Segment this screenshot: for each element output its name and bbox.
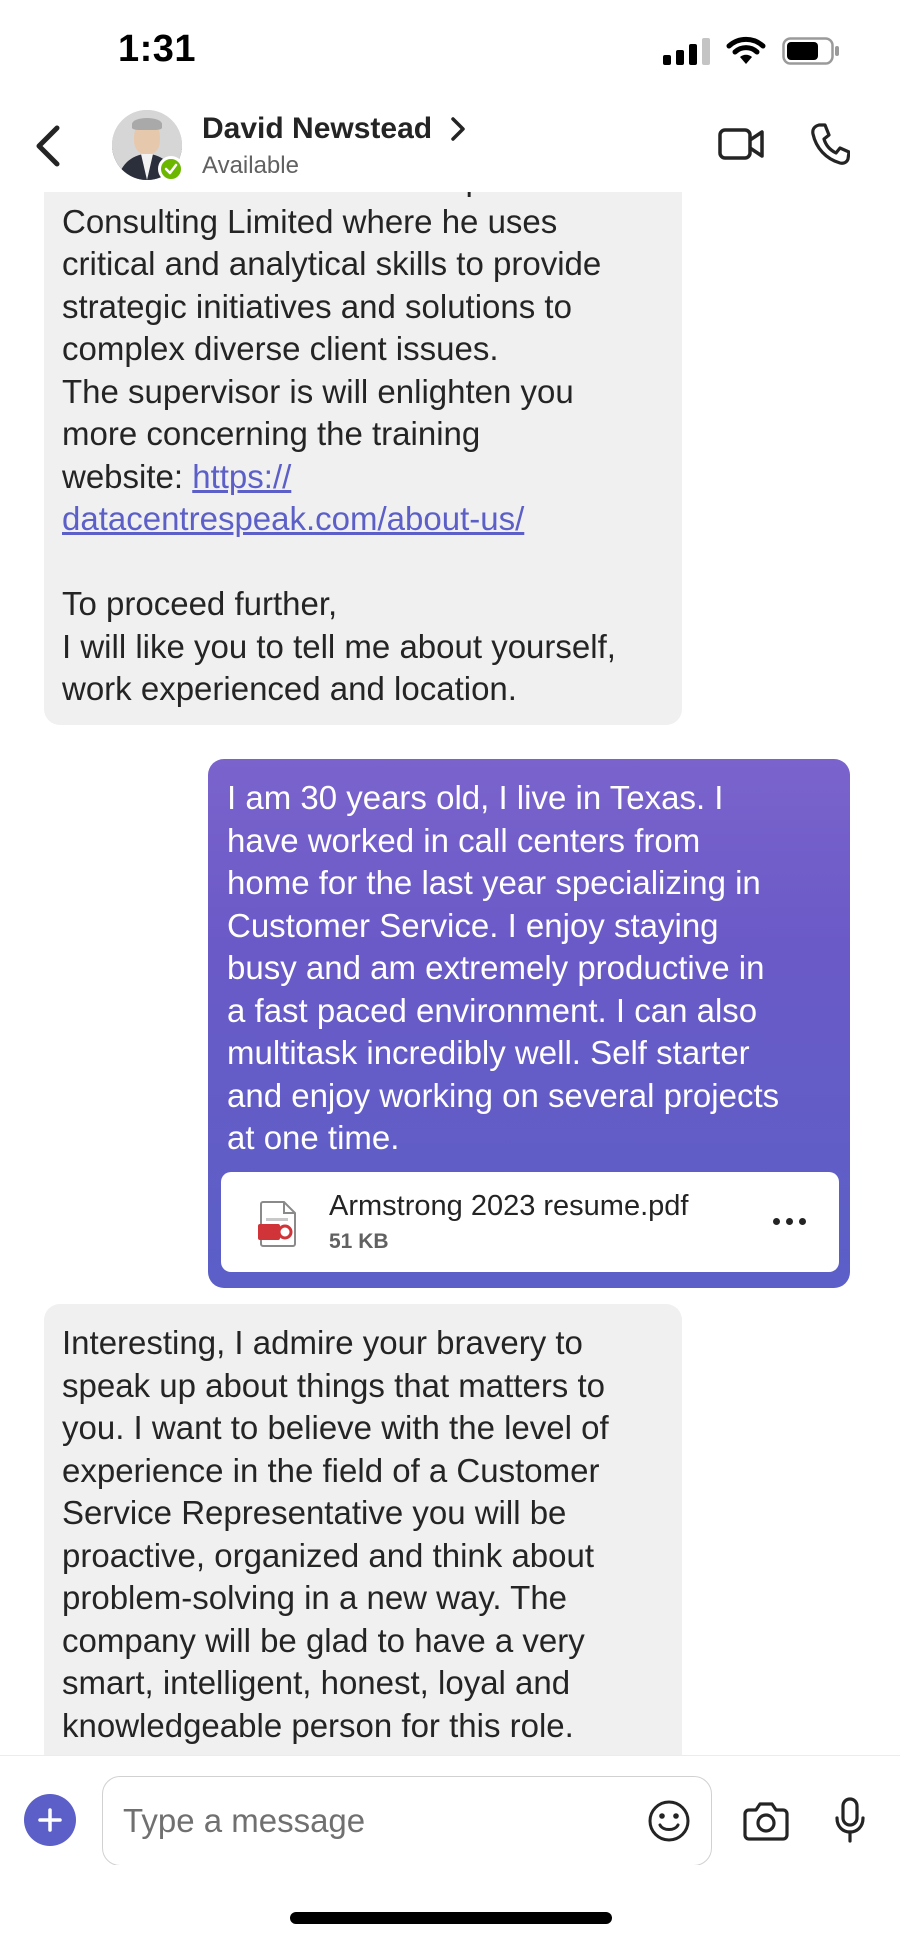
attachment-file-name: Armstrong 2023 resume.pdf [329,1189,689,1222]
message-input[interactable] [123,1777,623,1865]
presence-available-icon [158,156,184,182]
contact-name[interactable]: David Newstead [202,112,432,146]
plus-icon [38,1808,62,1832]
message-text: of the team at Datacentre Speak Consulti… [62,192,664,711]
outgoing-message-bubble[interactable]: I am 30 years old, I live in Texas. I ha… [208,759,850,1288]
video-call-button[interactable] [716,118,768,170]
dot-icon [785,1218,793,1225]
compose-bar [0,1755,900,1866]
status-time: 1:31 [118,28,197,70]
message-text-part: To proceed further, I will like you to t… [62,585,616,707]
home-indicator[interactable] [290,1912,612,1924]
emoji-smile-icon [648,1800,690,1842]
camera-button[interactable] [738,1796,794,1846]
message-input-container[interactable] [102,1776,712,1866]
audio-call-button[interactable] [804,118,856,170]
message-text: I am 30 years old, I live in Texas. I ha… [227,779,780,1156]
chat-thread[interactable]: of the team at Datacentre Speak Consulti… [0,192,900,1755]
file-attachment[interactable]: Armstrong 2023 resume.pdf 51 KB [221,1171,839,1272]
pdf-file-icon [257,1200,299,1248]
bottom-safe-area [0,1865,900,1947]
battery-icon [782,37,840,65]
chat-header: David Newstead Available [0,100,900,192]
dot-icon [798,1218,806,1225]
message-text-part: of the team at Datacentre Speak Consulti… [62,192,602,495]
more-options-button[interactable] [767,1204,811,1240]
microphone-icon [835,1797,865,1843]
phone-icon [811,123,850,165]
chevron-right-icon[interactable] [450,116,466,147]
camera-icon [743,1802,789,1841]
add-button[interactable] [24,1794,76,1846]
message-text: Interesting, I admire your bravery to sp… [62,1324,609,1755]
incoming-message-bubble[interactable]: of the team at Datacentre Speak Consulti… [44,192,682,725]
contact-status: Available [202,152,299,179]
dot-icon [772,1218,780,1225]
back-button[interactable] [18,116,78,176]
microphone-button[interactable] [822,1792,878,1848]
status-bar: 1:31 [0,0,900,100]
emoji-button[interactable] [645,1797,693,1845]
video-camera-icon [718,128,764,160]
incoming-message-bubble[interactable]: Interesting, I admire your bravery to sp… [44,1304,682,1755]
chevron-left-icon [36,125,60,167]
cellular-signal-icon [663,37,710,65]
status-icons [663,36,840,66]
attachment-file-size: 51 KB [329,1229,389,1253]
wifi-icon [726,36,766,66]
